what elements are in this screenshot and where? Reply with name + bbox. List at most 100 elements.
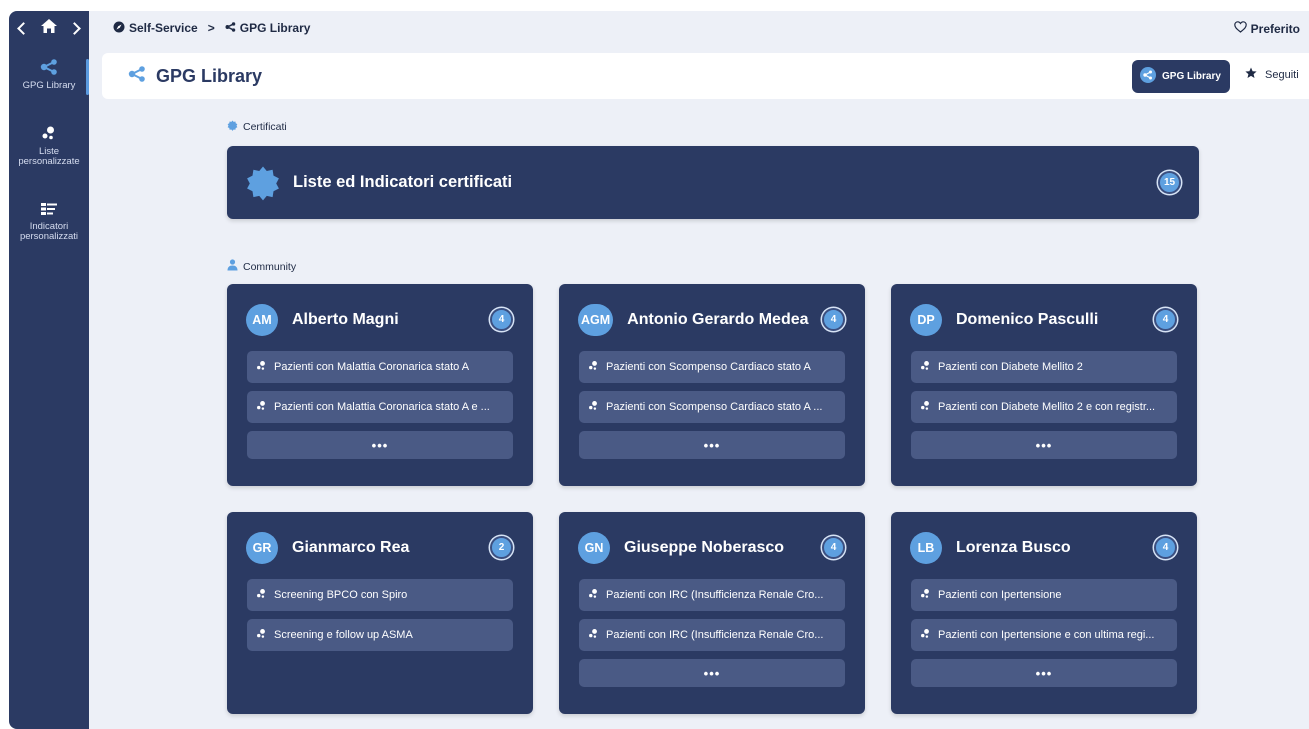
rail-item-label-line2: personalizzate (18, 156, 80, 167)
count-badge: 4 (1154, 536, 1177, 559)
list-item-label: Pazienti con Scompenso Cardiaco stato A … (606, 401, 823, 413)
section-label-text: Community (243, 260, 297, 273)
top-bar: Self-Service > GPG Library Preferito (89, 11, 1309, 45)
list-item[interactable]: Pazienti con Diabete Mellito 2 e con reg… (911, 391, 1177, 423)
community-card[interactable]: AM Alberto Magni 4 Pazienti con Malattia… (227, 284, 533, 486)
list-item-label: Pazienti con Diabete Mellito 2 e con reg… (938, 401, 1156, 413)
molecule-icon (920, 628, 931, 642)
list-item-label: Pazienti con Scompenso Cardiaco stato A (606, 361, 811, 373)
avatar: LB (910, 532, 942, 564)
community-card[interactable]: AGM Antonio Gerardo Medea 4 Pazienti con… (559, 284, 865, 486)
more-button[interactable]: ••• (579, 659, 845, 687)
community-card[interactable]: DP Domenico Pasculli 4 Pazienti con Diab… (891, 284, 1197, 486)
rail-item-label: GPG Library (22, 80, 76, 91)
app-frame: GPG Library Liste personalizzate Indicat… (9, 11, 1309, 729)
list-item-label: Pazienti con IRC (Insufficienza Renale C… (606, 589, 824, 601)
card-header: GN Giuseppe Noberasco 4 (578, 532, 845, 564)
rail-item-gpg-library[interactable]: GPG Library (9, 59, 89, 95)
section-label-text: Certificati (243, 121, 287, 133)
card-header: GR Gianmarco Rea 2 (246, 532, 513, 564)
page-title: GPG Library (128, 66, 262, 87)
count-badge: 15 (1158, 171, 1181, 194)
community-user-icon (227, 259, 238, 274)
molecule-icon (9, 125, 89, 141)
breadcrumb-separator-icon: > (207, 21, 215, 35)
molecule-icon (256, 360, 267, 374)
back-icon[interactable] (17, 21, 30, 35)
list-item[interactable]: Screening BPCO con Spiro (247, 579, 513, 611)
nav-buttons (9, 11, 89, 45)
community-card[interactable]: LB Lorenza Busco 4 Pazienti con Ipertens… (891, 512, 1197, 714)
list-item[interactable]: Pazienti con Malattia Coronarica stato A… (247, 391, 513, 423)
list-indicator-icon (9, 202, 89, 216)
molecule-icon (256, 628, 267, 642)
molecule-icon (256, 400, 267, 414)
card-author-name: Lorenza Busco (956, 539, 1071, 556)
list-item[interactable]: Pazienti con Scompenso Cardiaco stato A (579, 351, 845, 383)
certified-banner-title: Liste ed Indicatori certificati (293, 173, 513, 191)
molecule-icon (588, 360, 599, 374)
favorite-button[interactable]: Preferito (1233, 21, 1300, 36)
community-card[interactable]: GN Giuseppe Noberasco 4 Pazienti con IRC… (559, 512, 865, 714)
list-item[interactable]: Pazienti con Diabete Mellito 2 (911, 351, 1177, 383)
list-item-label: Pazienti con Malattia Coronarica stato A (274, 361, 470, 373)
breadcrumb-root[interactable]: Self-Service (113, 21, 198, 36)
molecule-icon (920, 360, 931, 374)
community-card[interactable]: GR Gianmarco Rea 2 Screening BPCO con Sp… (227, 512, 533, 714)
card-author-name: Antonio Gerardo Medea (627, 311, 809, 328)
card-header: AM Alberto Magni 4 (246, 304, 513, 336)
list-item[interactable]: Pazienti con Scompenso Cardiaco stato A … (579, 391, 845, 423)
molecule-icon (920, 588, 931, 602)
list-item-label: Screening BPCO con Spiro (274, 589, 408, 601)
compass-icon (113, 21, 125, 36)
rail-item-custom-lists[interactable]: Liste personalizzate (9, 125, 89, 167)
count-badge: 4 (490, 308, 513, 331)
more-button[interactable]: ••• (911, 431, 1177, 459)
count-badge: 4 (822, 308, 845, 331)
molecule-icon (256, 588, 267, 602)
list-item-label: Screening e follow up ASMA (274, 629, 413, 641)
rail-item-custom-indicators[interactable]: Indicatori personalizzati (9, 202, 89, 242)
section-label-community: Community (227, 259, 296, 274)
more-button[interactable]: ••• (579, 431, 845, 459)
molecule-icon (588, 588, 599, 602)
certified-banner[interactable]: Liste ed Indicatori certificati 15 (227, 146, 1199, 219)
card-header: DP Domenico Pasculli 4 (910, 304, 1177, 336)
card-author-name: Alberto Magni (292, 311, 399, 328)
molecule-icon (588, 628, 599, 642)
avatar: GR (246, 532, 278, 564)
share-circle-icon (1140, 67, 1156, 86)
list-item-label: Pazienti con Malattia Coronarica stato A… (274, 401, 490, 413)
list-item[interactable]: Pazienti con IRC (Insufficienza Renale C… (579, 619, 845, 651)
avatar: AM (246, 304, 278, 336)
certificate-seal-icon (227, 120, 238, 134)
avatar: AGM (578, 304, 614, 336)
avatar: DP (910, 304, 942, 336)
share-icon (128, 65, 146, 87)
card-author-name: Domenico Pasculli (956, 311, 1099, 328)
count-badge: 4 (822, 536, 845, 559)
list-item-label: Pazienti con IRC (Insufficienza Renale C… (606, 629, 824, 641)
list-item[interactable]: Pazienti con IRC (Insufficienza Renale C… (579, 579, 845, 611)
card-header: LB Lorenza Busco 4 (910, 532, 1177, 564)
list-item[interactable]: Pazienti con Malattia Coronarica stato A (247, 351, 513, 383)
more-button[interactable]: ••• (911, 659, 1177, 687)
home-icon[interactable] (40, 18, 58, 39)
gpg-library-button-label: GPG Library (1162, 71, 1221, 82)
more-button[interactable]: ••• (247, 431, 513, 459)
favorite-label: Preferito (1250, 21, 1300, 36)
list-item[interactable]: Pazienti con Ipertensione (911, 579, 1177, 611)
share-icon (9, 59, 89, 75)
share-icon (225, 21, 236, 35)
list-item[interactable]: Screening e follow up ASMA (247, 619, 513, 651)
list-item[interactable]: Pazienti con Ipertensione e con ultima r… (911, 619, 1177, 651)
followed-button[interactable]: Seguiti (1245, 67, 1299, 82)
count-badge: 4 (1154, 308, 1177, 331)
forward-icon[interactable] (68, 21, 81, 35)
count-badge: 2 (490, 536, 513, 559)
gpg-library-button[interactable]: GPG Library (1132, 60, 1230, 93)
breadcrumb-current: GPG Library (225, 21, 310, 35)
avatar: GN (578, 532, 610, 564)
rail-item-label-line2: personalizzati (19, 231, 79, 242)
page-header: GPG Library GPG Library Seguiti (102, 53, 1309, 99)
